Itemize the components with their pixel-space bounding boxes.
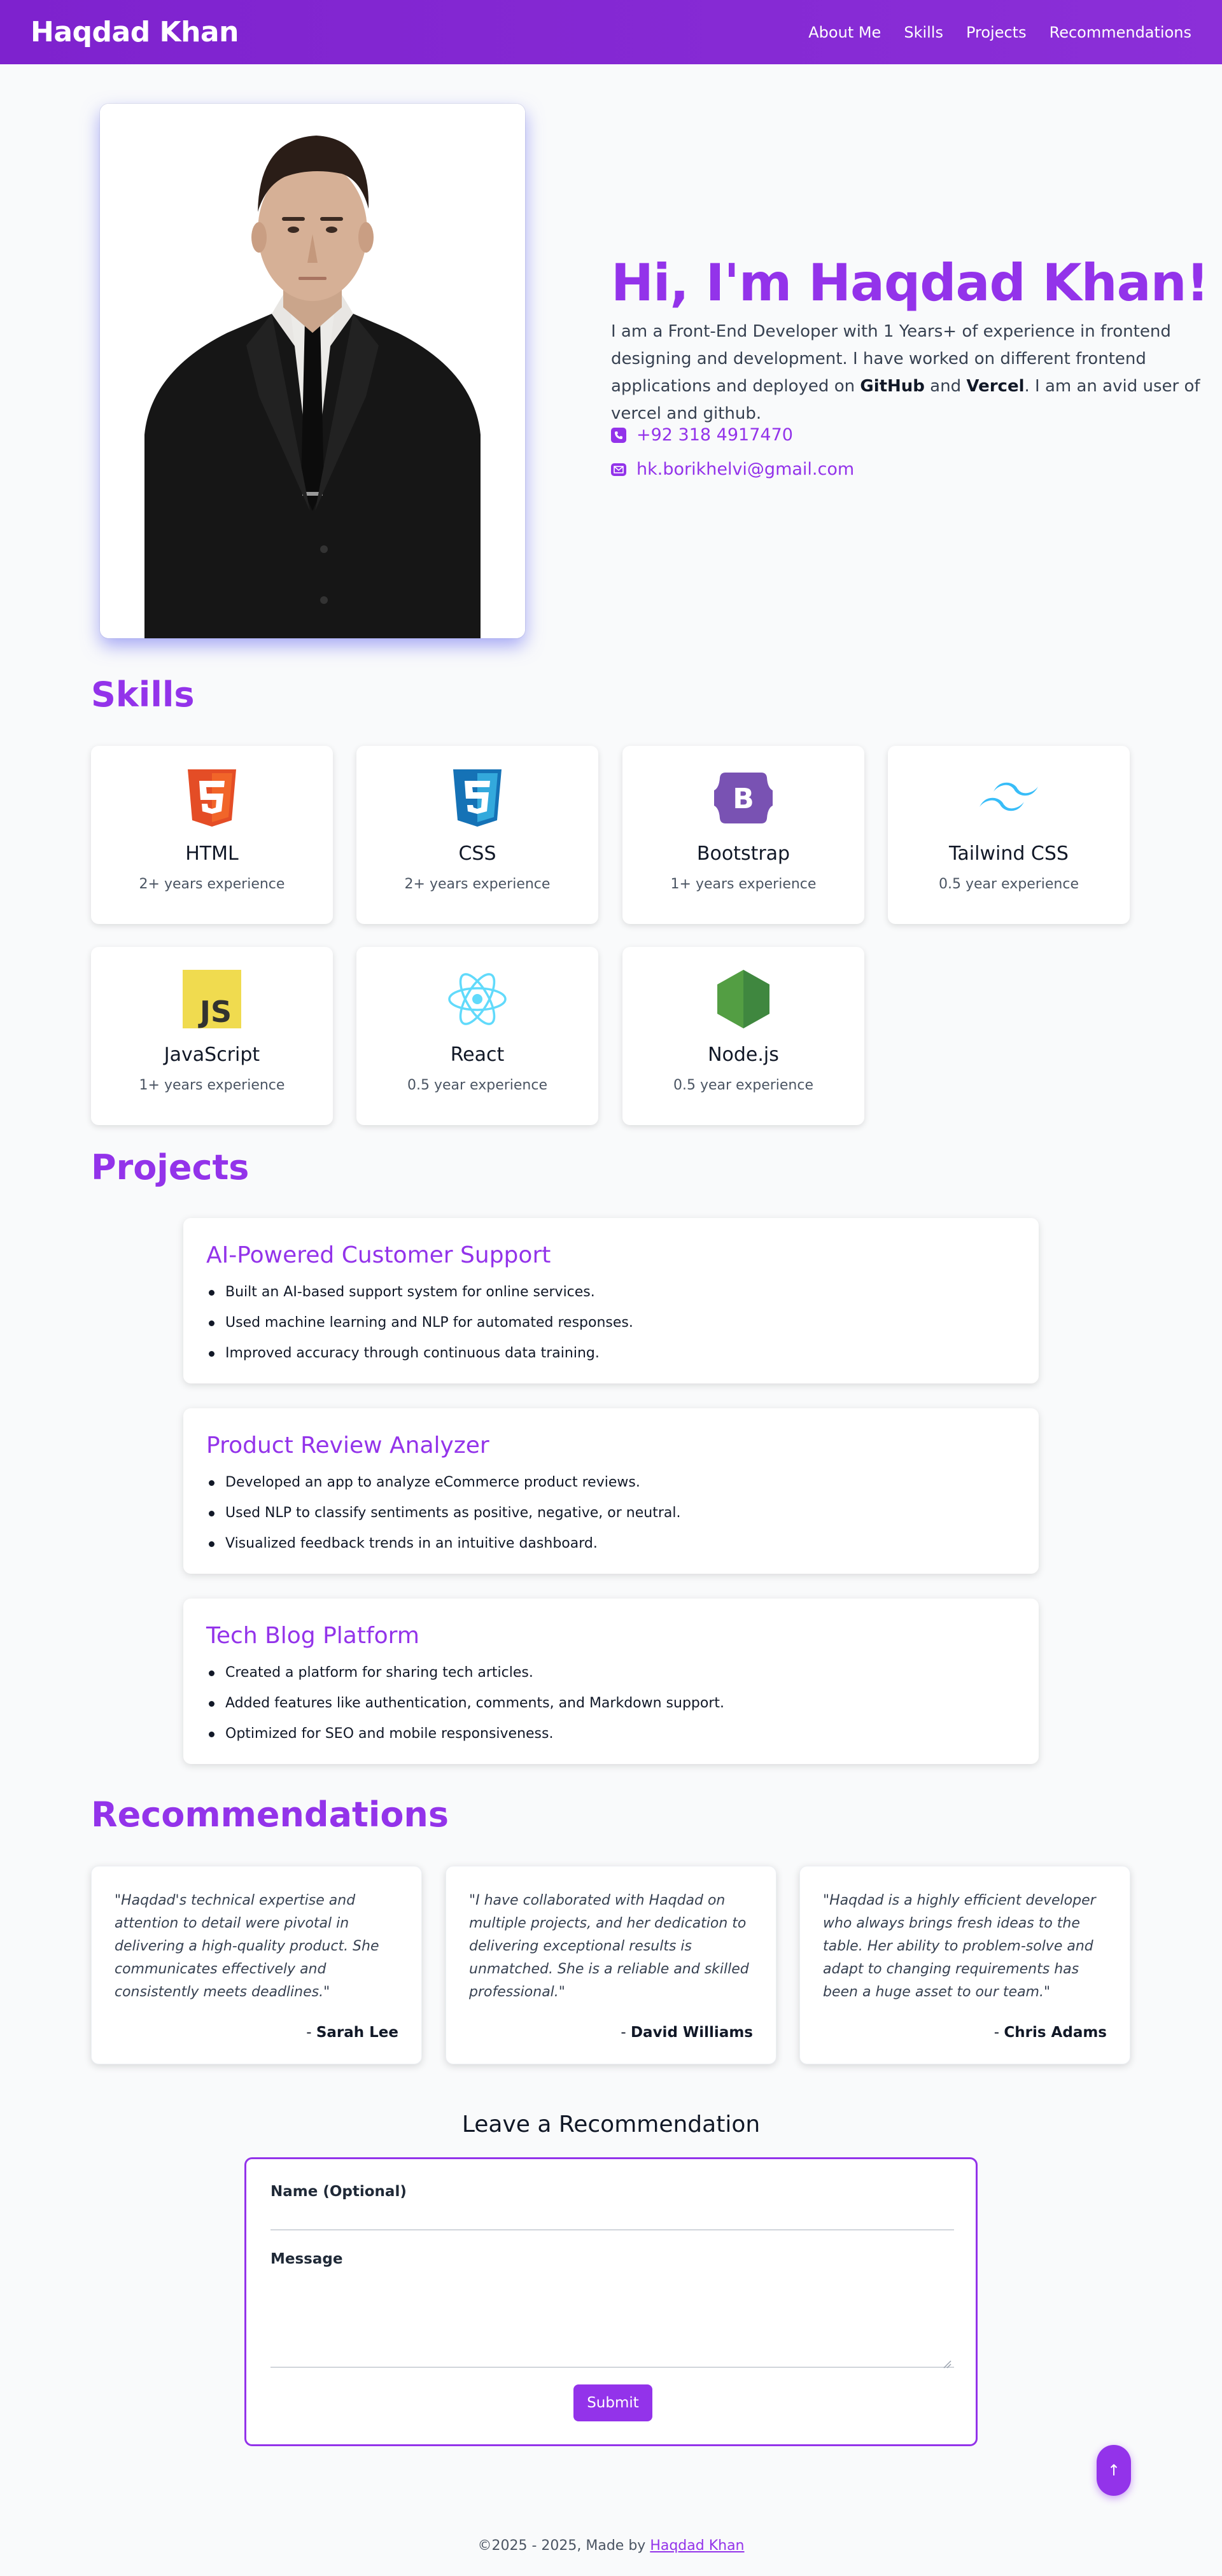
author-name: Chris Adams <box>1004 2024 1107 2041</box>
skill-experience: 2+ years experience <box>139 876 285 892</box>
recommendation-quote: "I have collaborated with Haqdad on mult… <box>469 1893 749 2000</box>
recommendation-card: "I have collaborated with Haqdad on mult… <box>446 1866 776 2064</box>
list-item: Improved accuracy through continuous dat… <box>206 1338 1016 1369</box>
project-title: Tech Blog Platform <box>206 1623 419 1649</box>
nav-link-projects[interactable]: Projects <box>966 24 1027 41</box>
skill-card-react: React 0.5 year experience <box>356 947 598 1125</box>
project-card: Product Review Analyzer Developed an app… <box>183 1408 1039 1574</box>
profile-photo <box>100 104 525 638</box>
skill-name: HTML <box>185 843 239 865</box>
recommendation-author: - Chris Adams <box>994 2024 1107 2041</box>
recommendation-card: "Haqdad is a highly efficient developer … <box>799 1866 1130 2064</box>
nav-links: About Me Skills Projects Recommendations <box>808 24 1191 41</box>
nav-link-skills[interactable]: Skills <box>904 24 943 41</box>
message-textarea[interactable] <box>270 2279 954 2368</box>
list-item: Added features like authentication, comm… <box>206 1688 1016 1719</box>
recommendation-quote: "Haqdad is a highly efficient developer … <box>823 1893 1096 2000</box>
recommendation-card: "Haqdad's technical expertise and attent… <box>91 1866 422 2064</box>
project-bullets: Created a platform for sharing tech arti… <box>206 1658 1016 1749</box>
skill-name: Tailwind CSS <box>949 843 1069 865</box>
name-label: Name (Optional) <box>270 2183 407 2200</box>
footer: ©2025 - 2025, Made by Haqdad Khan <box>0 2538 1222 2554</box>
list-item: Used NLP to classify sentiments as posit… <box>206 1498 1016 1529</box>
projects-heading: Projects <box>91 1147 249 1187</box>
footer-link[interactable]: Haqdad Khan <box>650 2538 744 2554</box>
svg-text:B: B <box>733 783 754 815</box>
hero-greeting-text: Hi, I'm Haqdad Khan! <box>611 253 1209 312</box>
project-card: Tech Blog Platform Created a platform fo… <box>183 1599 1039 1764</box>
hero-desc-vercel: Vercel <box>966 377 1025 396</box>
form-title: Leave a Recommendation <box>461 2111 761 2138</box>
recommendation-author: - David Williams <box>621 2024 753 2041</box>
svg-text:JS: JS <box>198 995 232 1028</box>
project-bullets: Built an AI-based support system for onl… <box>206 1277 1016 1369</box>
submit-button[interactable]: Submit <box>573 2384 652 2421</box>
hero-greeting: Hi, I'm Haqdad Khan! <box>611 249 1222 312</box>
skill-experience: 0.5 year experience <box>673 1077 813 1093</box>
footer-text: ©2025 - 2025, Made by <box>477 2538 650 2554</box>
project-bullets: Developed an app to analyze eCommerce pr… <box>206 1467 1016 1559</box>
nodejs-icon <box>713 969 774 1030</box>
skill-card-javascript: JS JavaScript 1+ years experience <box>91 947 333 1125</box>
author-dash: - <box>994 2024 1004 2041</box>
react-icon <box>447 969 508 1030</box>
skill-card-tailwind: Tailwind CSS 0.5 year experience <box>888 746 1130 924</box>
arrow-up-icon: ↑ <box>1107 2461 1121 2479</box>
recommendation-form: Name (Optional) Message Submit <box>244 2157 978 2446</box>
resize-grip-icon[interactable] <box>943 2359 952 2371</box>
hero-desc-and: and <box>924 377 967 396</box>
tailwind-icon <box>978 767 1039 829</box>
brand-logo[interactable]: Haqdad Khan <box>31 16 239 48</box>
scroll-to-top-button[interactable]: ↑ <box>1097 2445 1131 2496</box>
skill-name: CSS <box>458 843 496 865</box>
phone-contact[interactable]: +92 318 4917470 <box>611 425 793 445</box>
email-address[interactable]: hk.borikhelvi@gmail.com <box>636 459 854 479</box>
css3-icon <box>447 767 508 829</box>
list-item: Used machine learning and NLP for automa… <box>206 1308 1016 1338</box>
skill-name: React <box>450 1044 505 1066</box>
message-label: Message <box>270 2251 343 2267</box>
skill-name: JavaScript <box>164 1044 260 1066</box>
hero-description: I am a Front-End Developer with 1 Years+… <box>611 318 1209 428</box>
javascript-icon: JS <box>181 969 242 1030</box>
author-dash: - <box>306 2024 316 2041</box>
html5-icon <box>181 767 242 829</box>
author-name: David Williams <box>630 2024 753 2041</box>
skills-heading: Skills <box>91 675 195 715</box>
list-item: Visualized feedback trends in an intuiti… <box>206 1529 1016 1559</box>
project-card: AI-Powered Customer Support Built an AI-… <box>183 1218 1039 1383</box>
skill-experience: 0.5 year experience <box>407 1077 547 1093</box>
skill-card-html: HTML 2+ years experience <box>91 746 333 924</box>
skill-card-css: CSS 2+ years experience <box>356 746 598 924</box>
skill-card-nodejs: Node.js 0.5 year experience <box>622 947 864 1125</box>
list-item: Built an AI-based support system for onl… <box>206 1277 1016 1308</box>
skill-experience: 1+ years experience <box>139 1077 285 1093</box>
recommendation-quote: "Haqdad's technical expertise and attent… <box>115 1893 379 2000</box>
skill-name: Node.js <box>708 1044 779 1066</box>
author-name: Sarah Lee <box>316 2024 398 2041</box>
skill-name: Bootstrap <box>696 843 790 865</box>
project-title: AI-Powered Customer Support <box>206 1242 551 1268</box>
envelope-icon <box>611 463 626 476</box>
skill-experience: 0.5 year experience <box>939 876 1079 892</box>
author-dash: - <box>621 2024 631 2041</box>
nav-link-about[interactable]: About Me <box>808 24 881 41</box>
skill-experience: 2+ years experience <box>404 876 551 892</box>
skill-card-bootstrap: B Bootstrap 1+ years experience <box>622 746 864 924</box>
list-item: Optimized for SEO and mobile responsiven… <box>206 1719 1016 1749</box>
recommendation-author: - Sarah Lee <box>306 2024 398 2041</box>
project-title: Product Review Analyzer <box>206 1432 489 1459</box>
bootstrap-icon: B <box>713 767 774 829</box>
nav-link-recommendations[interactable]: Recommendations <box>1050 24 1191 41</box>
top-navbar: Haqdad Khan About Me Skills Projects Rec… <box>0 0 1222 64</box>
list-item: Created a platform for sharing tech arti… <box>206 1658 1016 1688</box>
name-input[interactable] <box>270 2205 954 2230</box>
list-item: Developed an app to analyze eCommerce pr… <box>206 1467 1016 1498</box>
hero-desc-github: GitHub <box>860 377 925 396</box>
recommendations-heading: Recommendations <box>91 1795 449 1835</box>
skill-experience: 1+ years experience <box>670 876 817 892</box>
phone-icon <box>611 427 626 443</box>
phone-number[interactable]: +92 318 4917470 <box>636 425 793 445</box>
email-contact[interactable]: hk.borikhelvi@gmail.com <box>611 459 854 479</box>
